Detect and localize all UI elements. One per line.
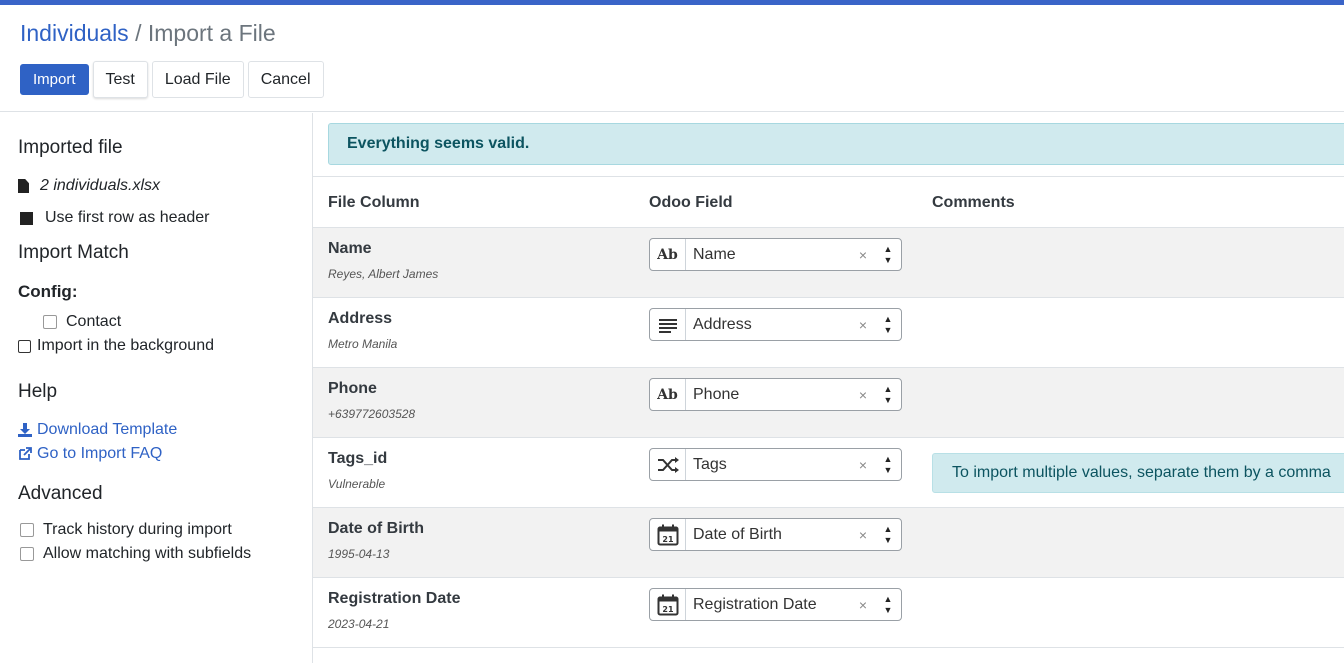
test-button[interactable]: Test (92, 61, 148, 98)
action-buttons: Import Test Load File Cancel (20, 61, 328, 98)
breadcrumb: Individuals / Import a File (20, 20, 276, 47)
field-select[interactable]: Ab Phone × ▲ ▼ (649, 378, 902, 411)
track-history-label: Track history during import (43, 521, 232, 538)
download-icon (18, 423, 32, 437)
allow-subfields-checkbox[interactable] (20, 547, 34, 561)
table-row: Address Metro Manila Address × ▲ ▼ (313, 298, 1344, 368)
file-icon (18, 179, 29, 193)
first-row-header-label: Use first row as header (45, 209, 210, 226)
import-preview: Everything seems valid. File Column Odoo… (313, 113, 1344, 663)
allow-subfields-option[interactable]: Allow matching with subfields (20, 545, 251, 563)
clear-icon[interactable]: × (851, 317, 875, 333)
column-sample-value: Reyes, Albert James (328, 267, 439, 281)
contact-checkbox[interactable] (43, 315, 57, 329)
field-value: Tags (693, 455, 727, 473)
download-template-label: Download Template (37, 421, 178, 438)
select-arrows-icon[interactable]: ▲ ▼ (875, 594, 901, 616)
clear-icon[interactable]: × (851, 457, 875, 473)
contact-option[interactable]: Contact (43, 313, 121, 331)
table-row: Name Reyes, Albert James Ab Name × ▲ ▼ (313, 228, 1344, 298)
background-label: Import in the background (37, 337, 214, 354)
allow-subfields-label: Allow matching with subfields (43, 545, 252, 562)
table-row: Registration Date 2023-04-21 21 Registratio… (313, 578, 1344, 648)
select-arrows-icon[interactable]: ▲ ▼ (875, 244, 901, 266)
column-name: Registration Date (328, 590, 461, 607)
checked-checkbox-icon[interactable] (20, 211, 33, 225)
import-faq-link[interactable]: Go to Import FAQ (18, 445, 162, 463)
field-value: Name (693, 245, 736, 263)
help-heading: Help (18, 381, 58, 402)
column-sample-value: Vulnerable (328, 477, 386, 491)
field-select[interactable]: Address × ▲ ▼ (649, 308, 902, 341)
svg-text:21: 21 (662, 535, 674, 544)
clear-icon[interactable]: × (851, 597, 875, 613)
field-value: Date of Birth (693, 525, 782, 543)
field-select[interactable]: Tags × ▲ ▼ (649, 448, 902, 481)
track-history-checkbox[interactable] (20, 523, 34, 537)
calendar-icon: 21 (650, 519, 686, 550)
imported-file-heading: Imported file (18, 137, 123, 158)
advanced-heading: Advanced (18, 483, 103, 504)
column-name: Name (328, 240, 372, 257)
clear-icon[interactable]: × (851, 387, 875, 403)
breadcrumb-separator: / (135, 20, 142, 46)
column-sample-value: Metro Manila (328, 337, 398, 351)
column-sample-value: 2023-04-21 (328, 617, 390, 631)
column-sample-value: 1995-04-13 (328, 547, 390, 561)
first-row-header-option[interactable]: Use first row as header (20, 209, 210, 227)
field-select[interactable]: Ab Name × ▲ ▼ (649, 238, 902, 271)
track-history-option[interactable]: Track history during import (20, 521, 232, 539)
validation-alert: Everything seems valid. (328, 123, 1344, 165)
control-panel: Individuals / Import a File Import Test … (0, 5, 1344, 112)
select-arrows-icon[interactable]: ▲ ▼ (875, 314, 901, 336)
file-name-text: 2 individuals.xlsx (40, 177, 161, 194)
page-title: Import a File (147, 20, 276, 46)
table-header: File Column Odoo Field Comments (313, 176, 1344, 228)
column-sample-value: +639772603528 (328, 407, 416, 421)
import-faq-label: Go to Import FAQ (37, 445, 163, 462)
field-value: Registration Date (693, 595, 817, 613)
textarea-icon (650, 309, 686, 340)
load-file-button[interactable]: Load File (151, 61, 244, 98)
cancel-button[interactable]: Cancel (247, 61, 324, 98)
odoo-field-header: Odoo Field (649, 194, 733, 211)
file-column-header: File Column (328, 194, 420, 211)
table-row: Phone +639772603528 Ab Phone × ▲ ▼ (313, 368, 1344, 438)
background-checkbox[interactable] (18, 339, 31, 353)
breadcrumb-individuals-link[interactable]: Individuals (20, 20, 129, 46)
column-name: Tags_id (328, 450, 388, 467)
field-select[interactable]: 21 Registration Date × ▲ ▼ (649, 588, 902, 621)
select-arrows-icon[interactable]: ▲ ▼ (875, 524, 901, 546)
field-value: Phone (693, 385, 740, 403)
imported-file-name: 2 individuals.xlsx (18, 177, 160, 195)
field-select[interactable]: 21 Date of Birth × ▲ ▼ (649, 518, 902, 551)
column-name: Address (328, 310, 393, 327)
select-arrows-icon[interactable]: ▲ ▼ (875, 454, 901, 476)
table-row: Tags_id Vulnerable Tags × ▲ ▼ To import multip… (313, 438, 1344, 508)
field-comment: To import multiple values, separate them… (932, 453, 1344, 493)
background-import-option[interactable]: Import in the background (18, 337, 214, 355)
import-options-sidebar: Imported file 2 individuals.xlsx Use fir… (0, 113, 313, 663)
clear-icon[interactable]: × (851, 527, 875, 543)
select-arrows-icon[interactable]: ▲ ▼ (875, 384, 901, 406)
import-match-heading: Import Match (18, 242, 129, 263)
many2many-icon (650, 449, 686, 480)
download-template-link[interactable]: Download Template (18, 421, 177, 439)
column-name: Date of Birth (328, 520, 424, 537)
calendar-icon: 21 (650, 589, 686, 620)
column-name: Phone (328, 380, 377, 397)
comments-header: Comments (932, 194, 1015, 211)
text-icon: Ab (650, 379, 686, 410)
field-value: Address (693, 315, 752, 333)
config-label: Config: (18, 282, 78, 301)
svg-text:21: 21 (662, 605, 674, 614)
table-row: Date of Birth 1995-04-13 21 Date of Birth × ▲… (313, 508, 1344, 578)
external-link-icon (19, 447, 32, 460)
contact-label: Contact (66, 313, 122, 330)
import-button[interactable]: Import (20, 64, 89, 95)
clear-icon[interactable]: × (851, 247, 875, 263)
text-icon: Ab (650, 239, 686, 270)
